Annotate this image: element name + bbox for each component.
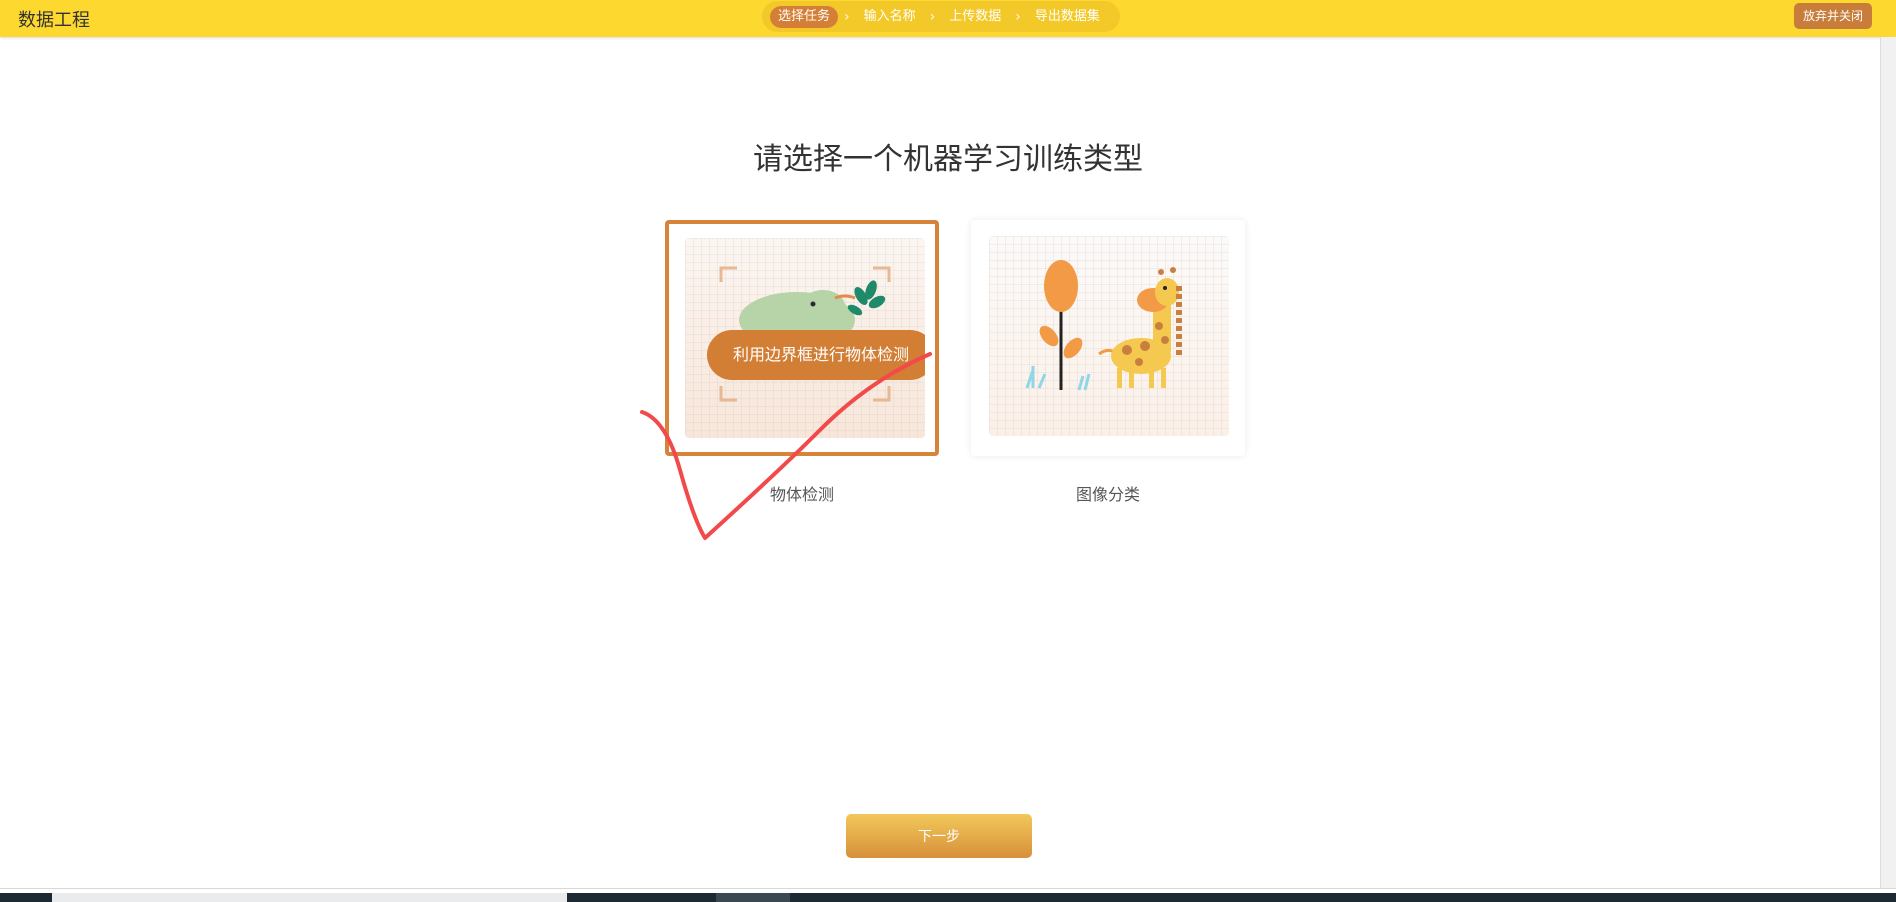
top-bar: 数据工程 选择任务 › 输入名称 › 上传数据 › 导出数据集 放弃并关闭: [0, 0, 1896, 37]
chevron-right-icon: ›: [844, 8, 850, 25]
option-card-image-classification[interactable]: [971, 220, 1245, 456]
scrollbar[interactable]: [1880, 37, 1896, 889]
task-stepper: 选择任务 › 输入名称 › 上传数据 › 导出数据集: [762, 1, 1120, 32]
step-select-task[interactable]: 选择任务: [770, 5, 839, 28]
next-step-button[interactable]: 下一步: [846, 814, 1032, 858]
giraffe-tree-icon: [1025, 260, 1182, 391]
page-title: 请选择一个机器学习训练类型: [753, 142, 1143, 177]
option-label-image-classification: 图像分类: [1075, 485, 1140, 504]
option-card-object-detection[interactable]: 利用边界框进行物体检测: [665, 220, 939, 456]
taskbar: [0, 893, 1896, 902]
taskbar-item[interactable]: [716, 893, 790, 902]
divider: [0, 888, 1896, 889]
option-label-object-detection: 物体检测: [769, 485, 834, 504]
taskbar-search-field[interactable]: [52, 893, 567, 902]
step-upload-data[interactable]: 上传数据: [941, 6, 1009, 28]
step-enter-name[interactable]: 输入名称: [856, 6, 924, 28]
chevron-right-icon: ›: [929, 8, 936, 25]
chevron-right-icon: ›: [1015, 8, 1021, 25]
card-illustration-panel: 利用边界框进行物体检测: [685, 238, 925, 438]
discard-and-close-button[interactable]: 放弃并关闭: [1793, 3, 1872, 29]
step-export-dataset[interactable]: 导出数据集: [1027, 6, 1108, 28]
app-title: 数据工程: [18, 10, 90, 31]
card-illustration-panel: [989, 236, 1229, 436]
object-detection-description: 利用边界框进行物体检测: [707, 330, 925, 380]
